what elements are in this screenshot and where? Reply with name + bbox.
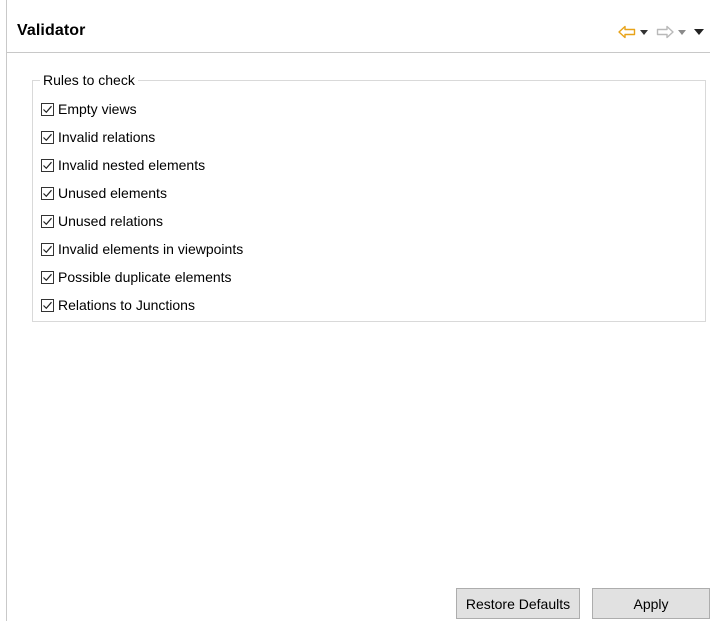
checkbox[interactable] (41, 186, 54, 200)
checkmark-icon (43, 133, 52, 141)
chevron-down-icon (640, 29, 648, 35)
chevron-down-icon (678, 29, 686, 35)
back-button[interactable] (618, 22, 636, 42)
back-arrow-icon (618, 25, 636, 39)
rule-checkbox-row[interactable]: Possible duplicate elements (41, 263, 243, 291)
rule-checkbox-row[interactable]: Invalid relations (41, 123, 243, 151)
apply-button[interactable]: Apply (592, 588, 710, 619)
checkmark-icon (43, 105, 52, 113)
checkbox[interactable] (41, 158, 54, 172)
checkbox[interactable] (41, 102, 54, 116)
page-title: Validator (17, 22, 86, 39)
left-border (6, 0, 7, 621)
checkbox[interactable] (41, 298, 54, 312)
restore-defaults-button[interactable]: Restore Defaults (456, 588, 580, 619)
back-history-dropdown[interactable] (640, 22, 648, 42)
checkmark-icon (43, 189, 52, 197)
preferences-page: Validator Rules to check Empty views Inv… (0, 0, 710, 621)
checkbox[interactable] (41, 130, 54, 144)
rule-label: Invalid nested elements (58, 157, 206, 173)
checkmark-icon (43, 301, 52, 309)
navigation-toolbar (618, 22, 706, 42)
page-header: Validator (7, 0, 710, 53)
rule-label: Invalid relations (58, 129, 156, 145)
forward-arrow-icon (656, 25, 674, 39)
rule-checkbox-row[interactable]: Unused elements (41, 179, 243, 207)
view-menu-button[interactable] (694, 22, 704, 42)
rules-group-title: Rules to check (40, 71, 138, 89)
forward-history-dropdown[interactable] (678, 22, 686, 42)
view-menu-icon (694, 29, 704, 35)
rule-label: Relations to Junctions (58, 297, 195, 313)
rule-label: Possible duplicate elements (58, 269, 232, 285)
rule-checkbox-row[interactable]: Invalid nested elements (41, 151, 243, 179)
rules-list: Empty views Invalid relations Invalid nest… (41, 95, 243, 319)
rule-label: Empty views (58, 101, 137, 117)
rule-checkbox-row[interactable]: Empty views (41, 95, 243, 123)
rule-checkbox-row[interactable]: Unused relations (41, 207, 243, 235)
checkmark-icon (43, 273, 52, 281)
checkmark-icon (43, 217, 52, 225)
checkmark-icon (43, 245, 52, 253)
rule-label: Unused elements (58, 185, 167, 201)
rule-label: Unused relations (58, 213, 164, 229)
checkbox[interactable] (41, 214, 54, 228)
rule-label: Invalid elements in viewpoints (58, 241, 244, 257)
forward-button[interactable] (656, 22, 674, 42)
checkbox[interactable] (41, 242, 54, 256)
rule-checkbox-row[interactable]: Relations to Junctions (41, 291, 243, 319)
checkmark-icon (43, 161, 52, 169)
rule-checkbox-row[interactable]: Invalid elements in viewpoints (41, 235, 243, 263)
checkbox[interactable] (41, 270, 54, 284)
